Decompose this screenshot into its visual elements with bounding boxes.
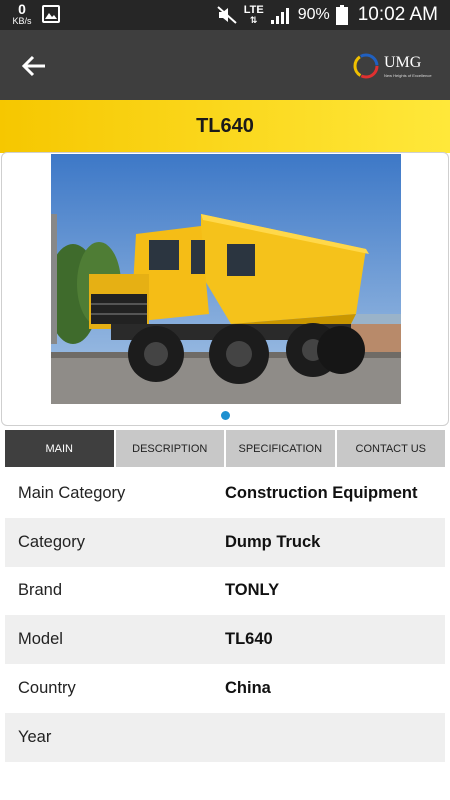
- umg-logo: UMG New Heights of Excellence: [352, 50, 432, 82]
- detail-value: China: [225, 679, 271, 698]
- detail-label: Country: [18, 679, 76, 698]
- back-arrow-icon[interactable]: [18, 50, 50, 82]
- detail-row-model: Model TL640: [5, 615, 445, 665]
- umg-logo-mark-icon: [353, 53, 379, 79]
- status-bar: 0 KB/s LTE ⇅ 90% 10:02 AM: [0, 0, 450, 30]
- detail-label: Year: [18, 727, 52, 746]
- logo-text: UMG: [384, 54, 422, 71]
- detail-label: Category: [18, 532, 85, 551]
- signal-strength-icon: [270, 8, 289, 24]
- tab-contact-us[interactable]: CONTACT US: [336, 430, 445, 467]
- tab-main[interactable]: MAIN: [5, 430, 114, 467]
- clock: 10:02 AM: [357, 4, 438, 25]
- product-image-card[interactable]: [1, 152, 449, 426]
- data-rate-unit: KB/s: [12, 16, 32, 26]
- details-table: Main Category Construction Equipment Cat…: [5, 469, 445, 762]
- data-rate-indicator: 0 KB/s: [9, 2, 35, 26]
- detail-row-main-category: Main Category Construction Equipment: [5, 469, 445, 518]
- detail-row-year: Year: [5, 712, 445, 762]
- logo-tagline: New Heights of Excellence: [384, 73, 432, 78]
- mute-icon: [217, 6, 237, 24]
- detail-value: TONLY: [225, 581, 280, 600]
- gallery-notification-icon: [42, 5, 60, 23]
- product-title: TL640: [196, 115, 254, 137]
- network-type-indicator: LTE ⇅: [244, 5, 264, 25]
- detail-row-brand: Brand TONLY: [5, 566, 445, 616]
- app-bar: UMG New Heights of Excellence: [0, 30, 450, 100]
- title-band: TL640: [0, 100, 450, 153]
- battery-percent: 90%: [297, 6, 330, 23]
- tab-description[interactable]: DESCRIPTION: [115, 430, 224, 467]
- detail-row-country: Country China: [5, 664, 445, 713]
- data-rate-value: 0: [18, 1, 26, 17]
- detail-value: Dump Truck: [225, 532, 321, 551]
- detail-value: Construction Equipment: [225, 483, 418, 502]
- detail-value: TL640: [225, 630, 273, 649]
- detail-label: Brand: [18, 581, 63, 600]
- detail-label: Main Category: [18, 483, 126, 502]
- battery-icon: [335, 5, 348, 25]
- tab-specification[interactable]: SPECIFICATION: [226, 430, 335, 467]
- pager-dot-active[interactable]: [220, 410, 230, 420]
- image-pager: [0, 408, 450, 422]
- detail-tabs: MAIN DESCRIPTION SPECIFICATION CONTACT U…: [5, 430, 445, 467]
- dump-truck-image[interactable]: [51, 154, 401, 404]
- detail-label: Model: [18, 630, 63, 649]
- data-arrows-icon: ⇅: [249, 15, 258, 25]
- detail-row-category: Category Dump Truck: [5, 517, 445, 567]
